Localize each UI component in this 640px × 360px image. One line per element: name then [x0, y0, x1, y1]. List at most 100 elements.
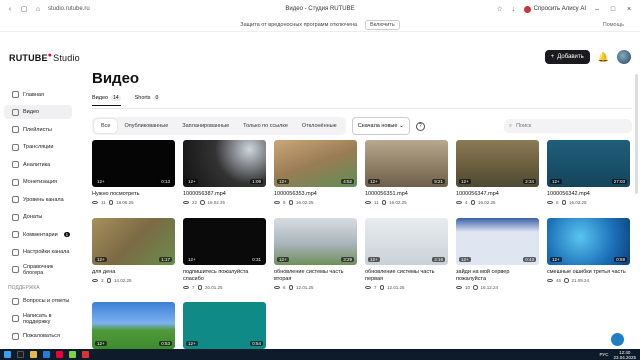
search-box[interactable]: ⌕ [504, 119, 632, 133]
filter-published[interactable]: Опубликованные [117, 119, 175, 133]
video-card[interactable]: 12+ 0:31 подпишитесь пожалуйста спасибо 7… [183, 218, 266, 290]
video-title[interactable]: 1000056387.mp4 [183, 191, 266, 198]
age-rating-badge: 12+ [550, 257, 562, 262]
video-title[interactable]: 1000056342.mp4 [547, 191, 630, 198]
video-thumbnail[interactable]: 12+ 0:13 [92, 140, 175, 187]
publish-date: 14.02.25 [114, 278, 132, 283]
infobar-enable-button[interactable]: Включить [365, 19, 400, 30]
video-card[interactable]: 12+ 0:59 смешные ошибки третья часть 45 21… [547, 218, 630, 283]
video-card[interactable]: 12+ 3:18 обновление системы часть первая … [365, 218, 448, 290]
search-icon[interactable] [17, 351, 24, 358]
video-title[interactable]: 1000056347.mp4 [456, 191, 539, 198]
video-title[interactable]: 1000056351.mp4 [365, 191, 448, 198]
video-thumbnail[interactable]: 12+ 3:29 [274, 218, 357, 265]
search-input[interactable] [516, 123, 617, 129]
video-card[interactable]: 12+ 1:17 для дена 3 14.02.25 [92, 218, 175, 283]
video-thumbnail[interactable]: 12+ 0:53 [92, 302, 175, 349]
sidebar-item-video[interactable]: Видео [4, 105, 72, 119]
tabs-icon[interactable]: ▢ [20, 5, 28, 13]
sidebar-item-channel-settings[interactable]: Настройки канала [4, 245, 72, 259]
page-scrollbar[interactable] [635, 74, 638, 194]
level-icon [12, 196, 19, 203]
video-thumbnail[interactable]: 12+ 1:09 [183, 140, 266, 187]
app-icon[interactable] [82, 351, 89, 358]
video-card[interactable]: 12+ 27:03 1000056342.mp4 6 16.02.25 [547, 140, 630, 205]
maximize-icon[interactable]: □ [608, 6, 618, 13]
sidebar-item-report[interactable]: Пожаловаться [4, 329, 72, 343]
sort-select[interactable]: Сначала новые ⌄ [351, 117, 410, 135]
ask-alice-button[interactable]: Спросить Алису AI [523, 5, 586, 13]
download-icon[interactable]: ↓ [510, 5, 518, 13]
video-thumbnail[interactable]: 12+ 3:18 [365, 218, 448, 265]
close-icon[interactable]: × [624, 6, 634, 13]
video-thumbnail[interactable]: 12+ 4:52 [274, 140, 357, 187]
publish-date: 16.02.25 [569, 200, 587, 205]
sidebar-item-contact-support[interactable]: Написать в поддержку [4, 312, 72, 326]
filter-all[interactable]: Все [94, 119, 118, 133]
sidebar-item-playlists[interactable]: Плейлисты [4, 123, 72, 137]
chat-support-icon[interactable] [611, 333, 624, 346]
video-thumbnail[interactable]: 12+ 0:31 [183, 218, 266, 265]
help-icon[interactable]: ? [415, 121, 425, 131]
video-card[interactable]: 12+ 1:09 1000056387.mp4 22 16.02.25 [183, 140, 266, 205]
add-button[interactable]: + Добавить [544, 50, 590, 64]
bell-icon[interactable]: 🔔 [598, 52, 609, 63]
explorer-icon[interactable] [30, 351, 37, 358]
sidebar-item-blogger-guide[interactable]: Справочник блогера [4, 263, 72, 277]
video-card[interactable]: 12+ 9:21 1000056351.mp4 11 16.02.25 [365, 140, 448, 205]
video-title[interactable]: для дена [92, 269, 175, 276]
sidebar-item-faq[interactable]: Вопросы и ответы [4, 294, 72, 308]
avatar[interactable] [617, 50, 631, 64]
sidebar-item-comments[interactable]: Комментарии 1 [4, 228, 72, 242]
sidebar-item-monetization[interactable]: Монетизация [4, 175, 72, 189]
video-title[interactable]: обновление системы часть вторая [274, 269, 357, 283]
video-title[interactable]: смешные ошибки третья часть [547, 269, 630, 276]
video-title[interactable]: подпишитесь пожалуйста спасибо [183, 269, 266, 283]
video-card[interactable]: 12+ 0:53 [92, 302, 175, 349]
filter-scheduled[interactable]: Запланированные [175, 119, 236, 133]
video-card[interactable]: 12+ 4:52 1000056353.mp4 9 16.02.25 [274, 140, 357, 205]
infobar-help-link[interactable]: Помощь [603, 22, 624, 28]
video-thumbnail[interactable]: 12+ 9:21 [365, 140, 448, 187]
video-meta: 11 18.06.25 [92, 200, 175, 205]
filter-link-only[interactable]: Только по ссылке [236, 119, 295, 133]
tab-shorts[interactable]: Shorts 0 [135, 95, 161, 105]
video-card[interactable]: 12+ 0:54 [183, 302, 266, 349]
sidebar-item-analytics[interactable]: Аналитика [4, 158, 72, 172]
video-card[interactable]: 12+ 0:13 Нужно посмотреть 11 18.06.25 [92, 140, 175, 205]
video-meta: 4 16.02.25 [456, 200, 539, 205]
sidebar-item-channel-level[interactable]: Уровень канала [4, 193, 72, 207]
rutube-studio-logo[interactable]: RUTUBE●Studio [9, 52, 80, 63]
start-icon[interactable] [4, 351, 11, 358]
video-thumbnail[interactable]: 12+ 1:17 [92, 218, 175, 265]
video-title[interactable]: 1000056353.mp4 [274, 191, 357, 198]
url-text[interactable]: studio.rutube.ru [48, 6, 90, 12]
sidebar-item-streams[interactable]: Трансляции [4, 140, 72, 154]
video-thumbnail[interactable]: 12+ 0:43 [456, 218, 539, 265]
video-title[interactable]: зайди на мой сервер пожалуйста [456, 269, 539, 283]
yandex-browser-icon[interactable] [56, 351, 63, 358]
video-thumbnail[interactable]: 12+ 2:34 [456, 140, 539, 187]
duration-badge: 1:17 [159, 257, 172, 262]
back-icon[interactable]: ‹ [6, 5, 14, 13]
filter-rejected[interactable]: Отклонённые [295, 119, 344, 133]
app-icon[interactable] [69, 351, 76, 358]
video-thumbnail[interactable]: 12+ 27:03 [547, 140, 630, 187]
views-count: 22 [192, 200, 198, 205]
video-thumbnail[interactable]: 12+ 0:59 [547, 218, 630, 265]
edge-icon[interactable] [43, 351, 50, 358]
bookmark-icon[interactable]: ☆ [496, 5, 504, 13]
video-title[interactable]: обновление системы часть первая [365, 269, 448, 283]
video-thumbnail[interactable]: 12+ 0:54 [183, 302, 266, 349]
video-card[interactable]: 12+ 2:34 1000056347.mp4 4 16.02.25 [456, 140, 539, 205]
sidebar-item-donations[interactable]: Донаты [4, 210, 72, 224]
tray-clock[interactable]: 12:40 23.04.2025 [613, 350, 636, 360]
video-card[interactable]: 12+ 0:43 зайди на мой сервер пожалуйста 1… [456, 218, 539, 290]
video-title[interactable]: Нужно посмотреть [92, 191, 175, 198]
video-meta: 7 12.01.25 [365, 285, 448, 290]
video-card[interactable]: 12+ 3:29 обновление системы часть вторая … [274, 218, 357, 290]
language-indicator[interactable]: РУС [599, 352, 608, 357]
minimize-icon[interactable]: – [592, 6, 602, 13]
sidebar-item-home[interactable]: Главная [4, 88, 72, 102]
tab-video[interactable]: Видео 14 [92, 95, 121, 106]
